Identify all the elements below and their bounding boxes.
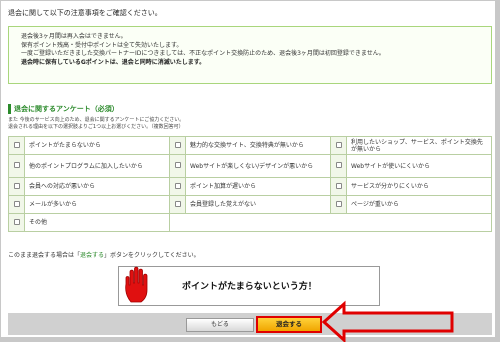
option-checkbox-cell[interactable] (330, 154, 347, 178)
option-checkbox-cell[interactable] (8, 177, 25, 196)
option-checkbox-cell[interactable] (8, 154, 25, 178)
empty-cell (169, 213, 492, 232)
option-checkbox-cell[interactable] (330, 136, 347, 155)
option-label: Webサイトが楽しくない/デザインが悪いから (185, 154, 331, 178)
notice-item: 一度ご登録いただきました交換パートナーIDにつきましては、不正なポイント交換防止… (21, 50, 385, 57)
instruction-prefix: このまま退会する場合は「 (8, 252, 81, 259)
checkbox-icon[interactable] (174, 141, 181, 148)
option-checkbox-cell[interactable] (169, 136, 186, 155)
hand-icon (125, 266, 148, 303)
table-row: ポイントがたまらないから 魅力的な交換サイト、交換特典が無いから 利用したいショ… (8, 136, 492, 155)
checkbox-icon[interactable] (174, 162, 181, 168)
option-checkbox-cell[interactable] (330, 177, 347, 196)
survey-table: ポイントがたまらないから 魅力的な交換サイト、交換特典が無いから 利用したいショ… (8, 136, 492, 232)
checkbox-icon[interactable] (174, 200, 181, 207)
option-checkbox-cell[interactable] (169, 195, 186, 214)
option-checkbox-cell[interactable] (8, 195, 25, 214)
arrow-left-icon (321, 300, 454, 342)
option-label: 利用したいショップ、サービス、ポイント交換先が無いから (346, 136, 492, 155)
instruction-accent: 退会する (80, 252, 105, 259)
checkbox-icon[interactable] (174, 182, 181, 189)
survey-desc-line: 退会される理由を以下の選択肢よりご1つ以上お選びください。（複数回答可） (8, 124, 184, 130)
notice-item: 保有ポイント残高・受付中ポイントは全て失効いたします。 (21, 41, 183, 49)
option-label: サービスが分かりにくいから (346, 177, 492, 196)
checkbox-icon[interactable] (335, 182, 342, 189)
notice-item-important: 退会時に保有しているGポイントは、退会と同時に消滅いたします。 (21, 58, 206, 66)
option-label: ページが重いから (346, 195, 492, 214)
option-checkbox-cell[interactable] (8, 213, 25, 232)
checkbox-icon[interactable] (13, 182, 20, 189)
table-row: メールが多いから 会員登録した覚えがない ページが重いから (8, 195, 492, 214)
back-button[interactable]: もどる (186, 318, 254, 332)
checkbox-icon[interactable] (13, 200, 20, 207)
option-label: 会員登録した覚えがない (185, 195, 331, 214)
banner-text: ポイントがたまらないという方！ (182, 282, 317, 292)
checkbox-icon[interactable] (335, 141, 342, 148)
notice-item: 退会後3ヶ月間は再入会はできません。 (21, 33, 127, 40)
option-label: ポイント加算が遅いから (185, 177, 331, 196)
option-label: 魅力的な交換サイト、交換特典が無いから (185, 136, 331, 155)
option-checkbox-cell[interactable] (169, 177, 186, 196)
survey-desc-line: また 今後のサービス向上のため、退会に関するアンケートにご協力ください。 (8, 117, 185, 123)
option-label: 他のポイントプログラムに加入したいから (24, 154, 170, 178)
checkbox-icon[interactable] (13, 218, 20, 225)
option-label: ポイントがたまらないから (24, 136, 170, 155)
table-row: 会員への対応が悪いから ポイント加算が遅いから サービスが分かりにくいから (8, 177, 492, 196)
option-checkbox-cell[interactable] (330, 195, 347, 214)
survey-description: また 今後のサービス向上のため、退会に関するアンケートにご協力ください。 退会さ… (8, 117, 184, 131)
option-label-other: その他 (24, 213, 170, 232)
option-label: 会員への対応が悪いから (24, 177, 170, 196)
option-checkbox-cell[interactable] (169, 154, 186, 178)
instruction-suffix: 」ボタンをクリックしてください。 (104, 252, 200, 259)
table-row: その他 (8, 213, 492, 232)
survey-title: 退会に関するアンケート（必須） (8, 104, 119, 114)
checkbox-icon[interactable] (13, 162, 20, 168)
checkbox-icon[interactable] (335, 200, 342, 207)
checkbox-icon[interactable] (335, 162, 342, 168)
table-row: 他のポイントプログラムに加入したいから Webサイトが楽しくない/デザインが悪い… (8, 154, 492, 178)
option-label: Webサイトが使いにくいから (346, 154, 492, 178)
withdraw-button[interactable]: 退会する (256, 316, 322, 333)
intro-title: 退会に関して以下の注意事項をご確認ください。 (8, 9, 162, 17)
option-checkbox-cell[interactable] (8, 136, 25, 155)
notice-box: 退会後3ヶ月間は再入会はできません。 保有ポイント残高・受付中ポイントは全て失効… (8, 26, 492, 84)
instruction-text: このまま退会する場合は「退会する」ボタンをクリックしてください。 (8, 250, 200, 259)
option-label: メールが多いから (24, 195, 170, 214)
checkbox-icon[interactable] (13, 141, 20, 148)
